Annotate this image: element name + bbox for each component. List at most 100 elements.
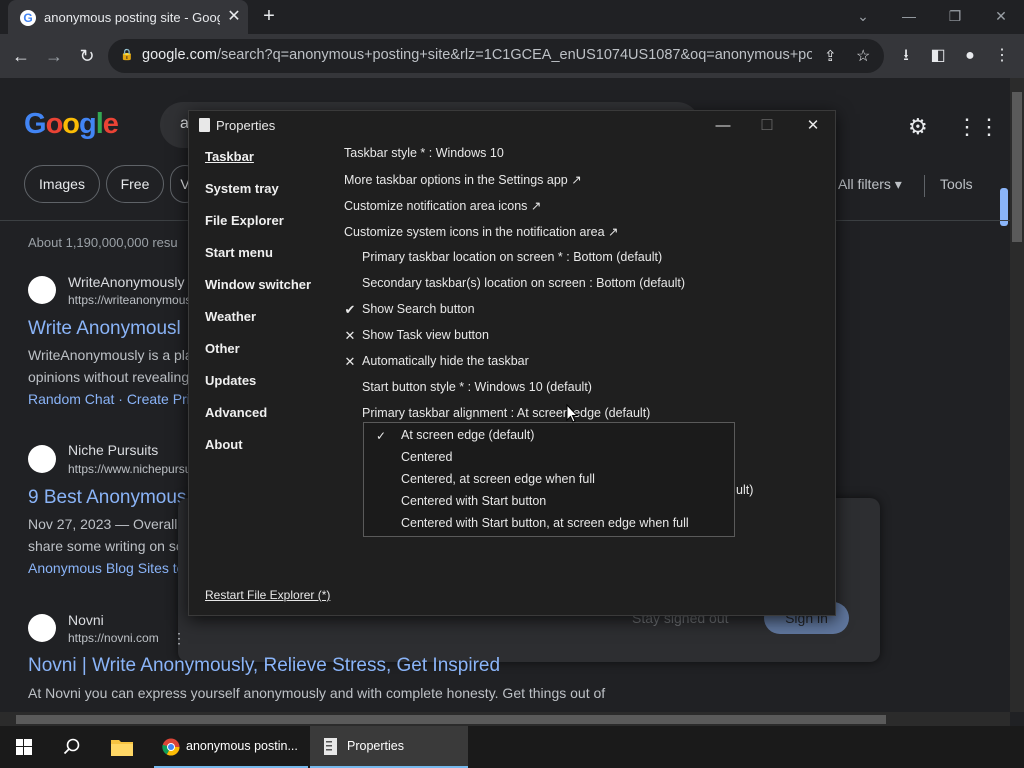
- nav-other[interactable]: Other: [205, 341, 240, 356]
- option-autohide[interactable]: Automatically hide the taskbar: [362, 354, 529, 368]
- taskbar-chrome[interactable]: anonymous postin...: [154, 726, 308, 768]
- taskbar-file-explorer[interactable]: [96, 726, 148, 768]
- option-secondary-location[interactable]: Secondary taskbar(s) location on screen …: [362, 276, 685, 290]
- browser-tab[interactable]: G anonymous posting site - Google ✕: [8, 0, 248, 34]
- option-system-icons-link[interactable]: Customize system icons in the notificati…: [344, 224, 618, 239]
- result-snippet: Nov 27, 2023 — Overall: [28, 516, 178, 532]
- all-filters-button[interactable]: All filters ▾: [838, 176, 902, 193]
- taskbar-chrome-label: anonymous postin...: [186, 739, 298, 753]
- result-title[interactable]: Write Anonymousl: [28, 318, 181, 340]
- dialog-minimize-button[interactable]: —: [709, 115, 737, 137]
- option-task-view[interactable]: Show Task view button: [362, 328, 489, 342]
- menu-item-centered-edge-when-full[interactable]: Centered, at screen edge when full: [401, 472, 595, 486]
- checkmark-icon: ✔: [344, 302, 356, 317]
- nav-advanced[interactable]: Advanced: [205, 405, 267, 420]
- download-icon[interactable]: ⭳: [894, 44, 918, 68]
- nav-start-menu[interactable]: Start menu: [205, 245, 273, 260]
- new-tab-button[interactable]: +: [258, 6, 280, 28]
- cross-icon: ✕: [344, 328, 356, 343]
- filter-divider: [924, 175, 925, 197]
- result-title[interactable]: Novni | Write Anonymously, Relieve Stres…: [28, 655, 500, 677]
- sitelinks[interactable]: Anonymous Blog Sites to: [28, 560, 184, 576]
- restart-explorer-link[interactable]: Restart File Explorer (*): [205, 588, 330, 602]
- folder-icon: [111, 740, 133, 756]
- site-name[interactable]: WriteAnonymously: [68, 274, 184, 290]
- share-icon[interactable]: ⇪: [824, 47, 837, 65]
- logo-letter: G: [24, 108, 47, 140]
- minimize-window-button[interactable]: —: [897, 6, 921, 26]
- result-snippet: share some writing on so: [28, 538, 184, 554]
- close-window-button[interactable]: ✕: [989, 6, 1013, 26]
- chip-free[interactable]: Free: [106, 165, 164, 203]
- result-snippet: opinions without revealing: [28, 369, 190, 385]
- apps-grid-icon[interactable]: ⋮⋮: [956, 114, 1000, 140]
- nav-window-switcher[interactable]: Window switcher: [205, 277, 311, 292]
- horizontal-scroll-thumb[interactable]: [16, 715, 886, 724]
- search-icon: [63, 738, 80, 755]
- search-button[interactable]: [48, 726, 96, 768]
- taskbar-properties-label: Properties: [347, 739, 404, 753]
- menu-item-centered-with-start[interactable]: Centered with Start button: [401, 494, 546, 508]
- nav-about[interactable]: About: [205, 437, 243, 452]
- menu-item-at-screen-edge[interactable]: At screen edge (default): [401, 428, 534, 442]
- address-bar[interactable]: 🔒 google.com/search?q=anonymous+posting+…: [108, 39, 884, 73]
- google-logo[interactable]: Google: [24, 108, 119, 141]
- menu-item-centered-with-start-edge[interactable]: Centered with Start button, at screen ed…: [401, 516, 689, 530]
- logo-letter: o: [62, 108, 80, 140]
- option-settings-link[interactable]: More taskbar options in the Settings app…: [344, 172, 582, 187]
- site-name[interactable]: Niche Pursuits: [68, 442, 158, 458]
- nav-system-tray[interactable]: System tray: [205, 181, 279, 196]
- result-title[interactable]: 9 Best Anonymous: [28, 487, 186, 509]
- dialog-maximize-button: ☐: [760, 117, 774, 134]
- tab-title: anonymous posting site - Google: [44, 10, 220, 25]
- settings-gear-icon[interactable]: ⚙: [908, 114, 928, 140]
- option-taskbar-style[interactable]: Taskbar style * : Windows 10: [344, 146, 504, 160]
- site-url[interactable]: https://novni.com: [68, 631, 159, 645]
- bookmark-star-icon[interactable]: ☆: [856, 46, 870, 66]
- niche-pursuits-site-icon: [28, 445, 56, 473]
- site-url[interactable]: https://writeanonymous: [68, 293, 191, 307]
- tools-button[interactable]: Tools: [940, 176, 973, 192]
- tab-close-icon[interactable]: ✕: [224, 7, 244, 27]
- chip-images[interactable]: Images: [24, 165, 100, 203]
- url-text[interactable]: google.com/search?q=anonymous+posting+si…: [142, 47, 812, 63]
- side-panel-icon[interactable]: ◧: [926, 44, 950, 68]
- vertical-scroll-thumb[interactable]: [1012, 92, 1022, 242]
- option-primary-alignment[interactable]: Primary taskbar alignment : At screen ed…: [362, 406, 650, 420]
- dialog-title: Properties: [216, 118, 276, 133]
- site-url[interactable]: https://www.nichepursu: [68, 462, 191, 476]
- option-primary-location[interactable]: Primary taskbar location on screen * : B…: [362, 250, 662, 264]
- dialog-close-button[interactable]: ✕: [799, 115, 827, 137]
- reload-icon[interactable]: ↻: [75, 44, 99, 68]
- logo-letter: e: [102, 108, 119, 140]
- start-button[interactable]: [0, 726, 48, 768]
- back-arrow-icon[interactable]: ←: [9, 44, 33, 68]
- sitelinks[interactable]: Random Chat · Create Pri: [28, 391, 190, 407]
- result-snippet: At Novni you can express yourself anonym…: [28, 685, 606, 701]
- tab-search-icon[interactable]: ⌄: [851, 6, 875, 26]
- taskbar-properties[interactable]: Properties: [310, 726, 468, 768]
- chrome-icon: [162, 738, 180, 756]
- option-start-button-style[interactable]: Start button style * : Windows 10 (defau…: [362, 380, 592, 394]
- logo-letter: o: [45, 108, 64, 140]
- cross-icon: ✕: [344, 354, 356, 369]
- restore-window-button[interactable]: ❐: [943, 6, 967, 26]
- logo-letter: g: [79, 108, 97, 140]
- option-notification-icons-link[interactable]: Customize notification area icons ↗: [344, 198, 541, 213]
- logo-letter: l: [95, 108, 104, 140]
- selected-check-icon: ✓: [376, 429, 387, 443]
- option-show-search[interactable]: Show Search button: [362, 302, 475, 316]
- writeanonymously-site-icon: [28, 276, 56, 304]
- more-options-icon[interactable]: ⋮: [172, 630, 186, 647]
- site-name[interactable]: Novni: [68, 612, 104, 628]
- nav-taskbar[interactable]: Taskbar: [205, 149, 254, 164]
- menu-item-centered[interactable]: Centered: [401, 450, 452, 464]
- result-snippet: WriteAnonymously is a pla: [28, 347, 193, 363]
- nav-file-explorer[interactable]: File Explorer: [205, 213, 284, 228]
- nav-updates[interactable]: Updates: [205, 373, 256, 388]
- menu-kebab-icon[interactable]: ⋮: [990, 44, 1014, 68]
- google-favicon-icon: G: [20, 10, 36, 26]
- nav-weather[interactable]: Weather: [205, 309, 256, 324]
- profile-icon[interactable]: ●: [958, 44, 982, 68]
- forward-arrow-icon[interactable]: →: [42, 44, 66, 68]
